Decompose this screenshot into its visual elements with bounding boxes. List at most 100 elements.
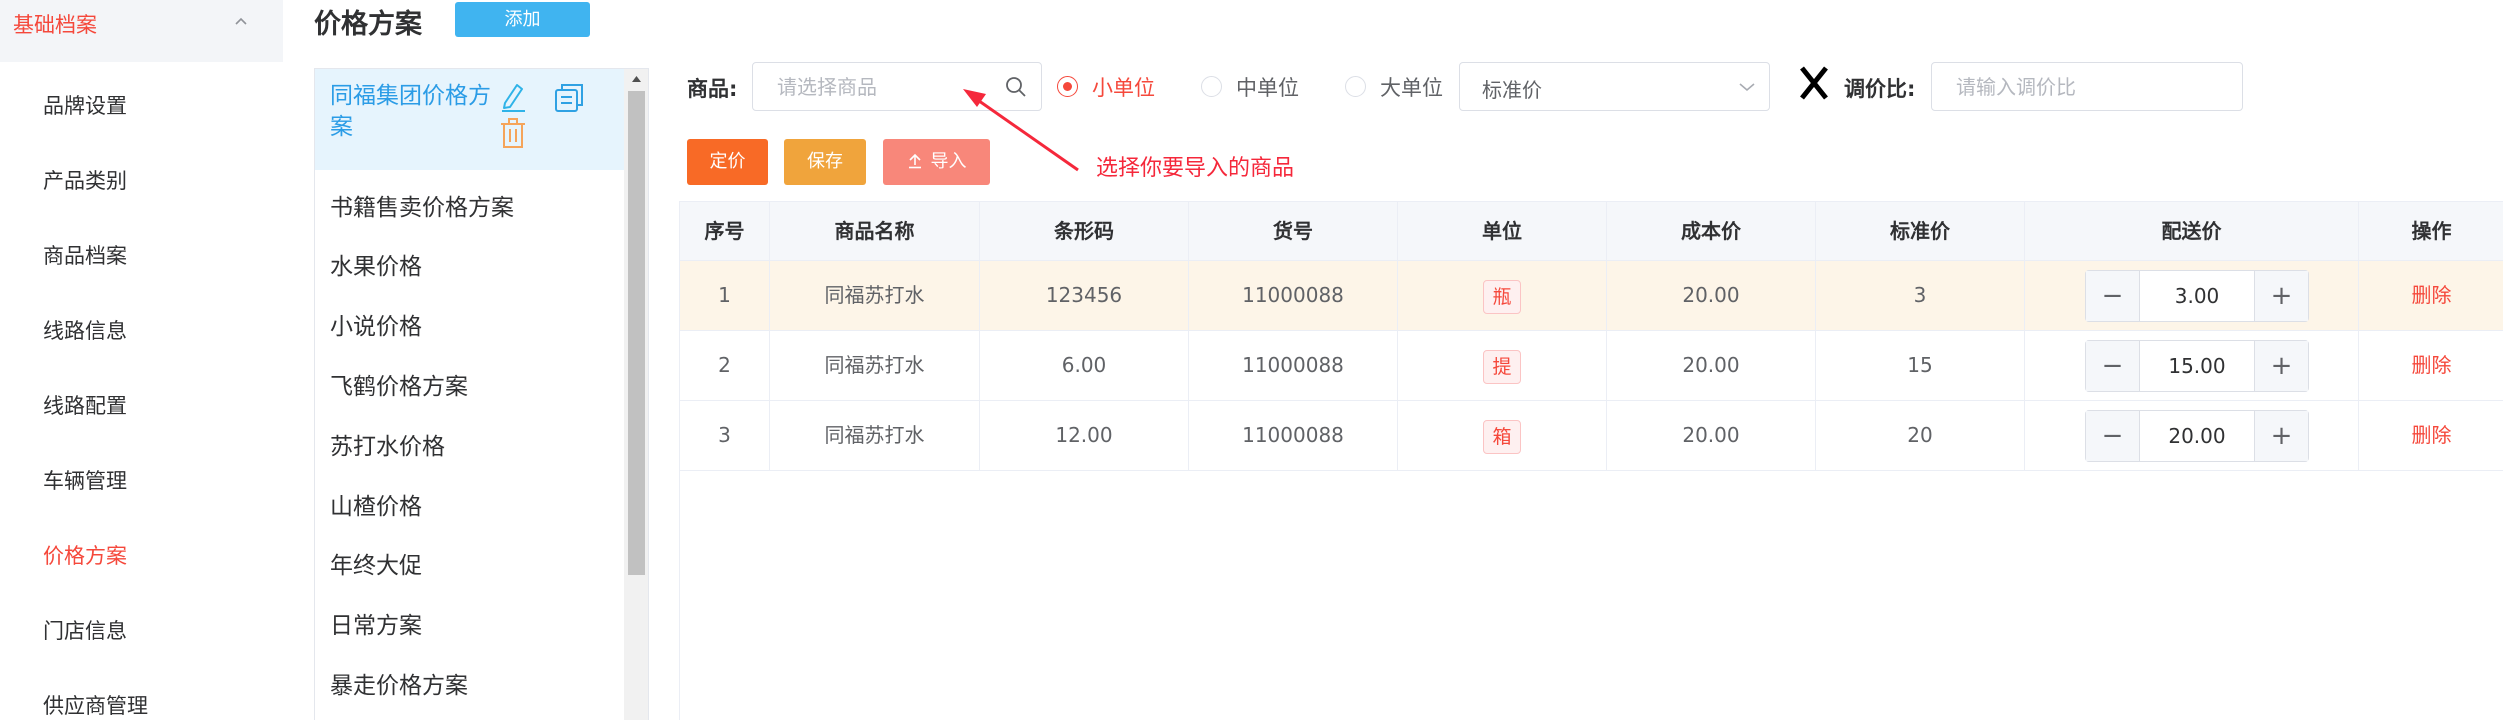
scheme-item[interactable]: 飞鹤价格方案 [330,367,468,401]
price-type-select[interactable]: 标准价 [1459,62,1770,111]
sidebar-item-route-config[interactable]: 线路配置 [43,390,127,420]
cell-cost: 20.00 [1607,401,1816,470]
scheme-item[interactable]: 暴走价格方案 [330,666,468,700]
scheme-item[interactable]: 苏打水价格 [330,427,445,461]
goods-label: 商品: [687,77,738,101]
radio-medium-unit[interactable] [1201,76,1222,97]
add-button[interactable]: 添加 [455,2,590,37]
scheme-item[interactable]: 书籍售卖价格方案 [330,188,514,222]
cell-action: 删除 [2359,401,2503,470]
table-row[interactable]: 2 同福苏打水 6.00 11000088 提 20.00 15 − 15.00… [680,331,2503,401]
cell-name: 同福苏打水 [770,261,980,330]
x-icon [1800,66,1828,100]
sidebar-item-brand[interactable]: 品牌设置 [43,90,127,120]
unit-tag: 提 [1483,349,1521,384]
sidebar-item-suppliers[interactable]: 供应商管理 [43,690,148,720]
table-header: 序号 商品名称 条形码 货号 单位 成本价 标准价 配送价 操作 [680,201,2503,261]
sidebar-item-vehicles[interactable]: 车辆管理 [43,465,127,495]
cell-barcode: 123456 [980,261,1189,330]
column-header: 商品名称 [770,202,980,260]
copy-icon[interactable] [553,83,585,113]
cell-name: 同福苏打水 [770,401,980,470]
sidebar-item-stores[interactable]: 门店信息 [43,615,127,645]
minus-icon[interactable]: − [2086,411,2140,461]
cell-delivery: − 3.00 + [2025,261,2359,330]
scheme-item[interactable]: 日常方案 [330,606,422,640]
scheme-item-label: 同福集团价格方案 [330,83,491,140]
cell-standard: 20 [1816,401,2025,470]
cell-index: 3 [680,401,770,470]
cell-unit: 箱 [1398,401,1607,470]
cell-barcode: 6.00 [980,331,1189,400]
cell-sku: 11000088 [1189,331,1398,400]
plus-icon[interactable]: + [2254,271,2308,321]
edit-icon[interactable] [498,81,528,113]
delivery-price-stepper[interactable]: − 15.00 + [2085,340,2309,392]
scheme-item[interactable]: 山楂价格 [330,487,422,521]
cell-standard: 15 [1816,331,2025,400]
delivery-price-stepper[interactable]: − 20.00 + [2085,410,2309,462]
minus-icon[interactable]: − [2086,271,2140,321]
cell-delivery: − 20.00 + [2025,401,2359,470]
cell-sku: 11000088 [1189,261,1398,330]
scheme-item[interactable]: 小说价格 [330,307,422,341]
sidebar-item-goods[interactable]: 商品档案 [43,240,127,270]
radio-small-unit-label[interactable]: 小单位 [1092,72,1155,102]
column-header: 条形码 [980,202,1189,260]
delivery-price-value[interactable]: 15.00 [2141,341,2253,391]
cell-cost: 20.00 [1607,261,1816,330]
unit-tag: 瓶 [1483,279,1521,314]
radio-large-unit-label[interactable]: 大单位 [1380,72,1443,102]
cell-cost: 20.00 [1607,331,1816,400]
sidebar: 基础档案 品牌设置 产品类别 商品档案 线路信息 线路配置 车辆管理 价格方案 … [0,0,283,720]
column-header: 成本价 [1607,202,1816,260]
save-button[interactable]: 保存 [784,139,866,185]
delete-link[interactable]: 删除 [2412,283,2452,307]
cell-unit: 提 [1398,331,1607,400]
red-arrow-icon [963,89,1079,172]
scroll-up-icon[interactable] [624,69,649,89]
plus-icon[interactable]: + [2254,411,2308,461]
ratio-input[interactable] [1931,62,2243,111]
trash-icon[interactable] [498,117,528,149]
scheme-item[interactable]: 水果价格 [330,247,422,281]
set-price-button[interactable]: 定价 [687,139,768,185]
upload-icon [908,153,921,169]
cell-sku: 11000088 [1189,401,1398,470]
delivery-price-value[interactable]: 20.00 [2141,411,2253,461]
minus-icon[interactable]: − [2086,341,2140,391]
radio-large-unit[interactable] [1345,76,1366,97]
cell-index: 1 [680,261,770,330]
chevron-down-icon [1739,83,1755,92]
plus-icon[interactable]: + [2254,341,2308,391]
unit-tag: 箱 [1483,419,1521,454]
cell-action: 删除 [2359,331,2503,400]
cell-name: 同福苏打水 [770,331,980,400]
column-header: 货号 [1189,202,1398,260]
chevron-up-icon [235,17,247,25]
column-header: 序号 [680,202,770,260]
column-header: 单位 [1398,202,1607,260]
sidebar-item-category[interactable]: 产品类别 [43,165,127,195]
sidebar-item-price-scheme[interactable]: 价格方案 [43,540,127,570]
radio-medium-unit-label[interactable]: 中单位 [1236,72,1299,102]
delete-link[interactable]: 删除 [2412,423,2452,447]
delete-link[interactable]: 删除 [2412,353,2452,377]
cell-standard: 3 [1816,261,2025,330]
ratio-label: 调价比: [1844,77,1916,101]
delivery-price-stepper[interactable]: − 3.00 + [2085,270,2309,322]
scheme-list: 同福集团价格方案 书籍售卖价格方案 水果价格 小说价格 飞鹤价格方案 苏打水价格… [314,68,649,720]
sidebar-item-route-info[interactable]: 线路信息 [43,315,127,345]
goods-table: 序号 商品名称 条形码 货号 单位 成本价 标准价 配送价 操作 1 同福苏打水… [679,201,2503,720]
table-row[interactable]: 1 同福苏打水 123456 11000088 瓶 20.00 3 − 3.00… [680,261,2503,331]
price-type-value: 标准价 [1482,78,1542,102]
sidebar-group-basic-archives[interactable]: 基础档案 [0,0,283,62]
delivery-price-value[interactable]: 3.00 [2141,271,2253,321]
page-title: 价格方案 [314,9,422,40]
annotation-text: 选择你要导入的商品 [1096,156,1295,181]
scheme-item-active[interactable]: 同福集团价格方案 [315,69,624,170]
scrollbar-thumb[interactable] [628,91,645,575]
table-row[interactable]: 3 同福苏打水 12.00 11000088 箱 20.00 20 − 20.0… [680,401,2503,471]
scheme-item[interactable]: 年终大促 [330,546,422,580]
cell-action: 删除 [2359,261,2503,330]
